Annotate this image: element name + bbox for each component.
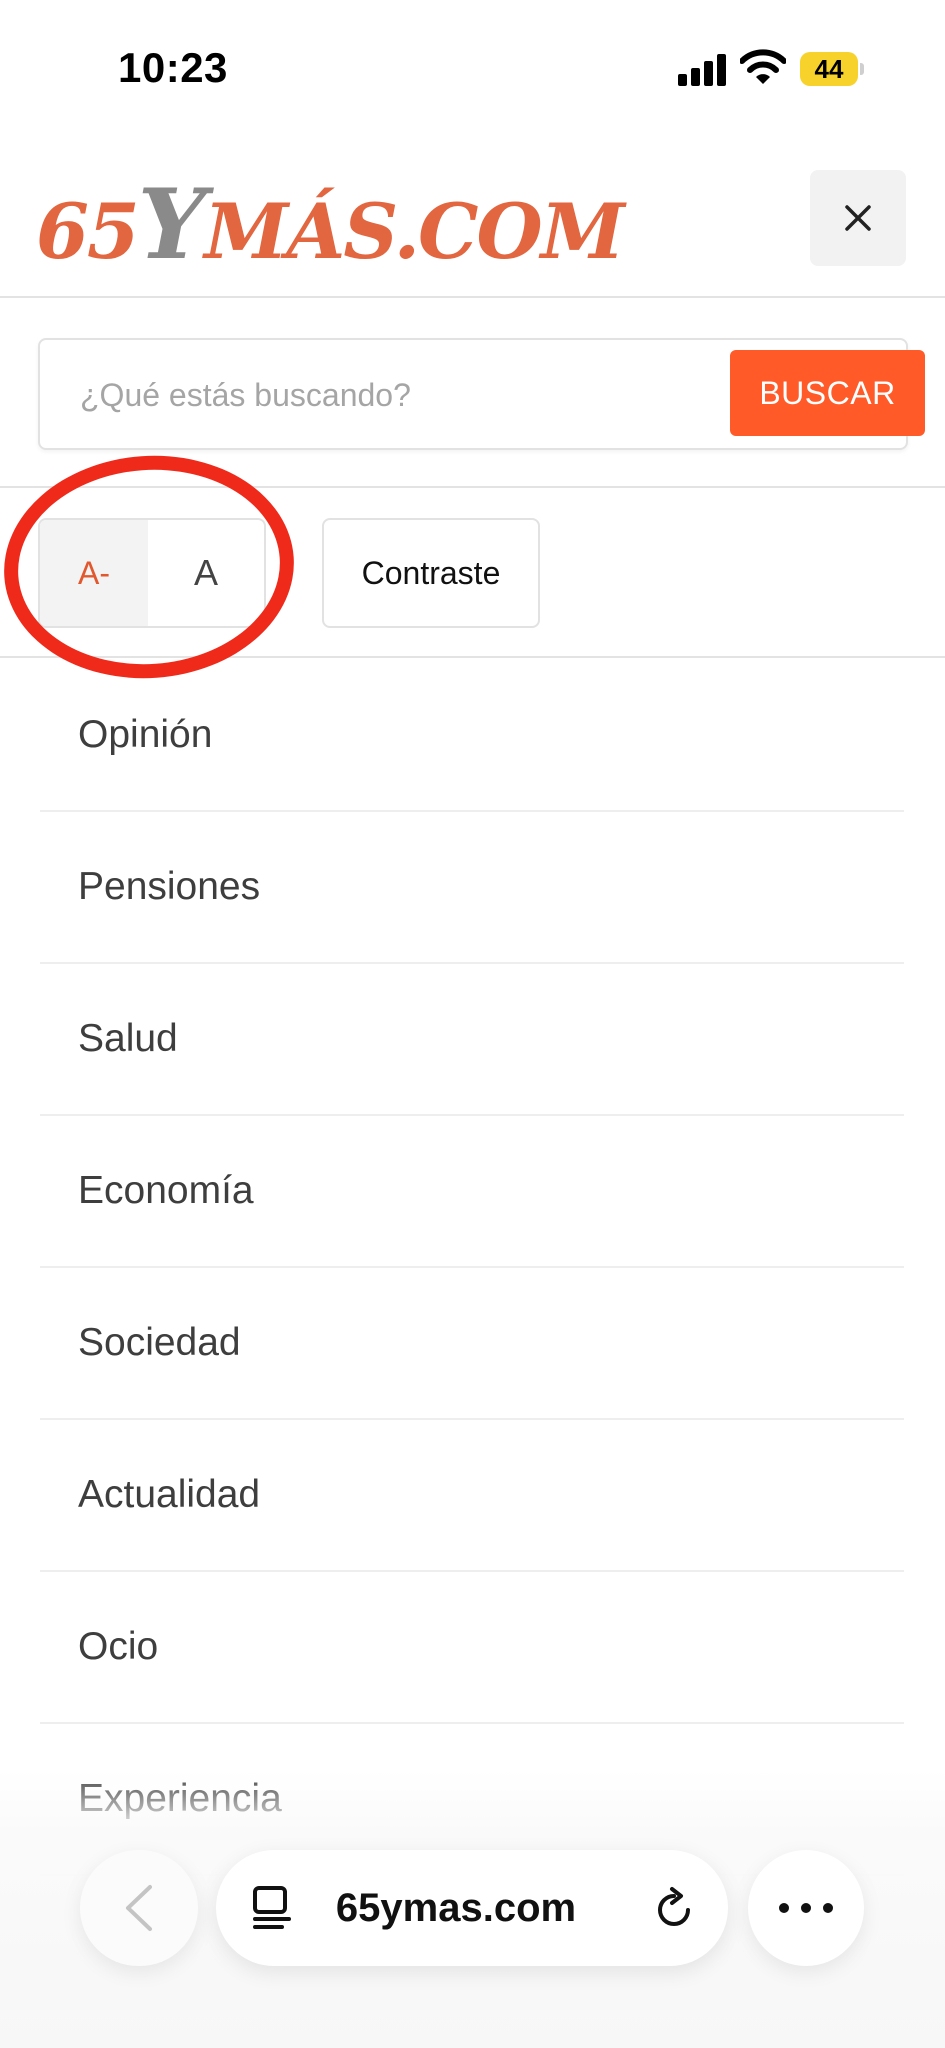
nav-item-economia[interactable]: Economía — [40, 1116, 904, 1268]
nav-item-actualidad[interactable]: Actualidad — [40, 1420, 904, 1572]
contrast-button[interactable]: Contraste — [322, 518, 540, 628]
reload-icon[interactable] — [652, 1886, 696, 1930]
wifi-icon — [740, 49, 786, 84]
close-menu-button[interactable] — [810, 170, 906, 266]
url-text[interactable]: 65ymas.com — [306, 1850, 606, 1966]
nav-item-sociedad[interactable]: Sociedad — [40, 1268, 904, 1420]
status-bar: 10:23 44 — [0, 0, 945, 140]
site-logo[interactable]: 65YMÁS.COM — [36, 160, 625, 281]
address-bar[interactable]: 65ymas.com — [216, 1850, 728, 1966]
logo-text-y: Y — [137, 168, 207, 281]
nav-menu: Opinión Pensiones Salud Economía Socieda… — [40, 660, 904, 1876]
battery-level: 44 — [814, 54, 844, 84]
battery-icon: 44 — [800, 52, 864, 88]
nav-item-salud[interactable]: Salud — [40, 964, 904, 1116]
more-icon — [779, 1903, 789, 1913]
more-options-button[interactable] — [748, 1850, 864, 1966]
logo-text-part: MÁS.COM — [204, 187, 625, 276]
browser-toolbar: 65ymas.com — [0, 1846, 945, 1970]
more-icon-dot — [823, 1903, 833, 1913]
cellular-signal-icon — [678, 54, 728, 86]
status-time: 10:23 — [118, 44, 228, 91]
search-button[interactable]: BUSCAR — [730, 350, 925, 436]
nav-item-opinion[interactable]: Opinión — [40, 660, 904, 812]
search-input[interactable] — [78, 340, 702, 450]
chevron-left-icon — [126, 1885, 152, 1931]
more-icon-dot — [801, 1903, 811, 1913]
nav-item-ocio[interactable]: Ocio — [40, 1572, 904, 1724]
search-form: BUSCAR — [38, 338, 925, 450]
close-icon — [845, 205, 871, 231]
back-button[interactable] — [80, 1850, 198, 1966]
nav-item-pensiones[interactable]: Pensiones — [40, 812, 904, 964]
reader-icon[interactable] — [252, 1886, 292, 1930]
logo-text-part: 65 — [36, 187, 140, 276]
